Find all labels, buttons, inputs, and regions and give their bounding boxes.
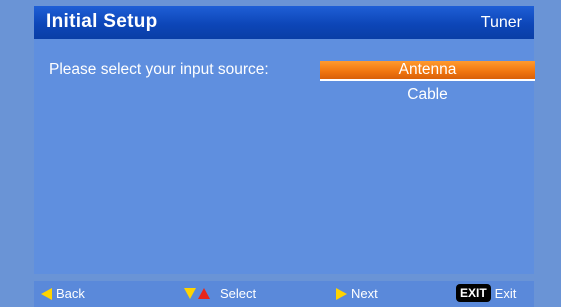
option-cable[interactable]: Cable bbox=[320, 86, 535, 104]
input-source-list: Antenna Cable bbox=[320, 61, 535, 109]
back-label: Back bbox=[56, 286, 85, 301]
tv-screen: Initial Setup Tuner Please select your i… bbox=[0, 0, 561, 307]
page-title: Initial Setup bbox=[46, 11, 158, 32]
up-arrow-icon bbox=[198, 288, 210, 299]
exit-hint[interactable]: EXIT Exit bbox=[456, 284, 516, 302]
exit-label: Exit bbox=[494, 285, 517, 301]
option-antenna[interactable]: Antenna bbox=[320, 61, 535, 81]
right-arrow-icon bbox=[336, 287, 347, 300]
next-label: Next bbox=[351, 286, 378, 301]
back-hint[interactable]: Back bbox=[41, 286, 85, 301]
left-arrow-icon bbox=[41, 287, 52, 300]
header-bar: Initial Setup Tuner bbox=[34, 6, 534, 39]
select-label: Select bbox=[220, 286, 257, 301]
next-hint[interactable]: Next bbox=[336, 286, 378, 301]
section-label: Tuner bbox=[480, 14, 522, 31]
select-hint[interactable]: Select bbox=[184, 286, 256, 301]
prompt-text: Please select your input source: bbox=[49, 61, 269, 78]
content-panel: Please select your input source: Antenna… bbox=[34, 39, 535, 274]
exit-key-icon: EXIT bbox=[456, 284, 491, 302]
down-arrow-icon bbox=[184, 288, 196, 299]
footer-hint-bar: Back Select Next EXIT Exit bbox=[34, 281, 534, 307]
